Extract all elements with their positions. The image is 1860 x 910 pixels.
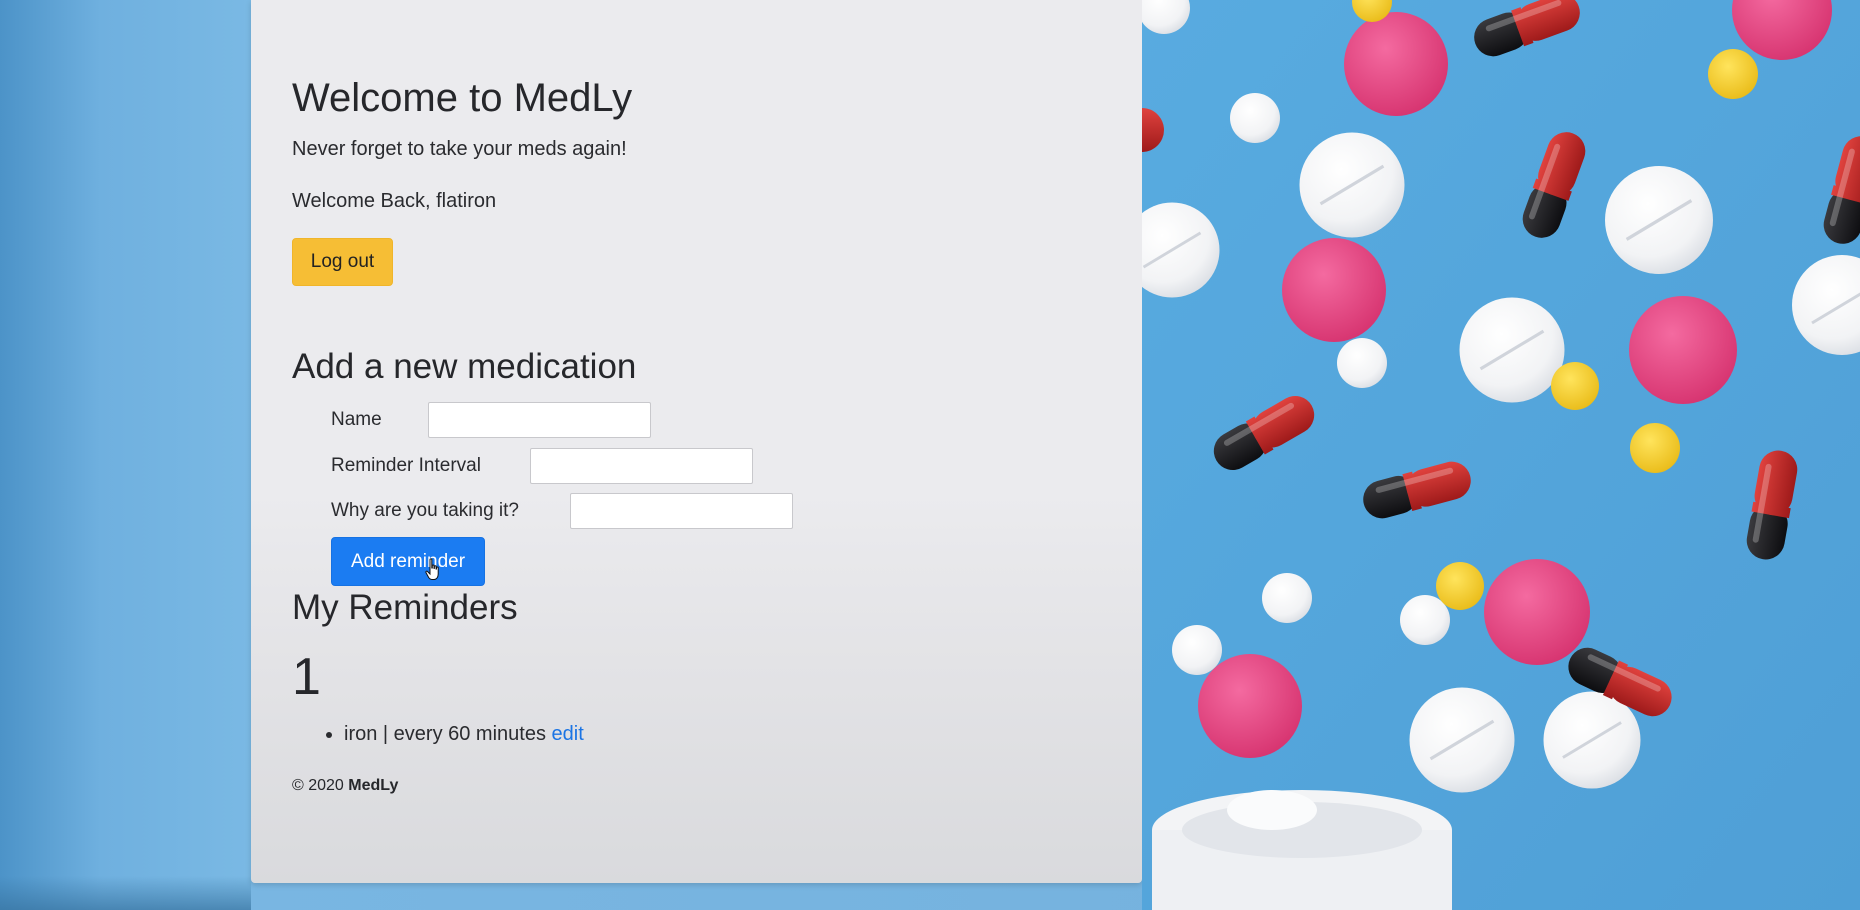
footer: © 2020 MedLy [292,777,398,795]
my-reminders-title: My Reminders [292,588,518,627]
add-reminder-button[interactable]: Add reminder [331,537,485,586]
logout-button[interactable]: Log out [292,238,393,286]
reason-input[interactable] [570,493,793,529]
reason-row: Why are you taking it? [331,491,793,531]
interval-input[interactable] [530,448,753,484]
hand-cursor-icon [425,558,439,580]
name-row: Name [331,400,651,440]
page: Welcome to MedLy Never forget to take yo… [0,0,1860,910]
main-card: Welcome to MedLy Never forget to take yo… [251,0,1142,883]
welcome-message: Welcome Back, flatiron [292,190,497,212]
page-title: Welcome to MedLy [292,76,633,120]
copyright-text: © 2020 [292,777,349,794]
tagline: Never forget to take your meds again! [292,138,627,160]
pills-background-image [1142,0,1860,910]
reminder-count: 1 [292,648,321,706]
name-label: Name [331,409,382,430]
add-medication-title: Add a new medication [292,347,637,386]
reminder-text: iron | every 60 minutes [344,723,552,745]
footer-brand: MedLy [348,777,399,794]
reason-label: Why are you taking it? [331,500,519,521]
reminder-list: iron | every 60 minutes edit [292,720,584,748]
name-input[interactable] [428,402,651,438]
background-left [0,0,251,910]
interval-label: Reminder Interval [331,455,481,476]
interval-row: Reminder Interval [331,446,753,486]
edit-link[interactable]: edit [552,723,584,745]
list-item: iron | every 60 minutes edit [344,720,584,748]
